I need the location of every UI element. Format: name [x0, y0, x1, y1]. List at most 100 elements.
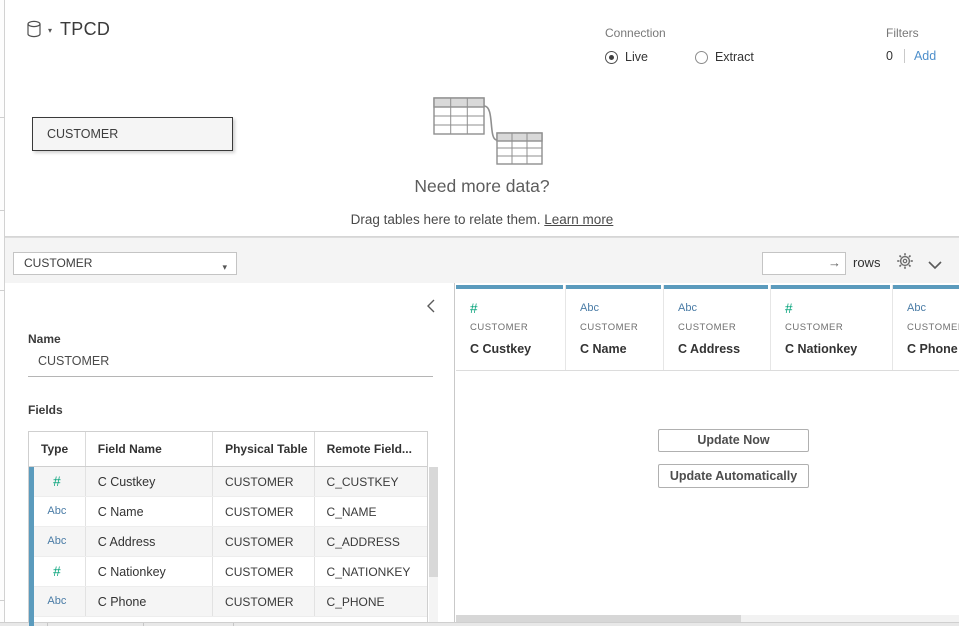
field-name-cell: C Nationkey [86, 557, 213, 586]
filters-label: Filters [886, 26, 936, 40]
grid-column-header[interactable]: # CUSTOMER C Nationkey [771, 285, 893, 370]
remote-field-cell: C_ADDRESS [315, 527, 427, 556]
field-row[interactable]: Abc C Address CUSTOMER C_ADDRESS [29, 527, 427, 557]
field-row[interactable]: # C Custkey CUSTOMER C_CUSTKEY [29, 467, 427, 497]
grid-toolbar: CUSTOMER ▾ → rows [5, 237, 959, 283]
column-type-icon: # [470, 301, 565, 317]
field-name-cell: C Phone [86, 587, 213, 616]
table-select-value: CUSTOMER [24, 256, 92, 270]
physical-table-cell: CUSTOMER [213, 467, 315, 496]
connection-group: Connection Live Extract [605, 26, 754, 64]
database-menu-caret-icon[interactable]: ▾ [48, 26, 52, 35]
column-field-name: C Name [580, 342, 663, 356]
field-name-cell: C Custkey [86, 467, 213, 496]
column-type-icon: Abc [907, 301, 959, 317]
relationship-canvas: ▾ TPCD Connection Live Extract Filters 0… [5, 0, 959, 237]
field-name-cell: C Name [86, 497, 213, 526]
gear-icon[interactable] [896, 252, 914, 270]
filters-group: Filters 0 Add [886, 26, 936, 63]
fields-table-header-cell: Physical Table [213, 432, 314, 466]
metadata-panel: Name CUSTOMER Fields TypeField NamePhysi… [5, 283, 455, 626]
empty-state-hint-text: Drag tables here to relate them. [351, 212, 541, 227]
field-type-icon: # [29, 467, 86, 496]
bottom-strip [0, 622, 959, 626]
datasource-title[interactable]: TPCD [60, 19, 110, 40]
update-automatically-button[interactable]: Update Automatically [658, 464, 809, 488]
live-radio[interactable] [605, 51, 618, 64]
fields-label: Fields [28, 403, 63, 417]
column-accent-bar [893, 285, 959, 289]
fields-table: TypeField NamePhysical TableRemote Field… [28, 431, 428, 626]
remote-field-cell: C_CUSTKEY [315, 467, 427, 496]
column-type-icon: Abc [580, 301, 663, 317]
field-row[interactable]: Abc C Name CUSTOMER C_NAME [29, 497, 427, 527]
column-field-name: C Address [678, 342, 770, 356]
tableau-datasource-page: ▾ TPCD Connection Live Extract Filters 0… [0, 0, 959, 626]
name-field-underline [28, 376, 433, 377]
physical-table-cell: CUSTOMER [213, 497, 315, 526]
column-accent-bar [664, 285, 768, 289]
live-radio-label: Live [625, 50, 648, 64]
table-select-dropdown[interactable]: CUSTOMER ▾ [13, 252, 237, 275]
tables-relate-graphic-icon [420, 92, 546, 171]
remote-field-cell: C_NAME [315, 497, 427, 526]
column-accent-bar [566, 285, 661, 289]
column-table-label: CUSTOMER [785, 322, 892, 333]
grid-column-header[interactable]: Abc CUSTOMER C Address [664, 285, 771, 370]
select-caret-icon: ▾ [222, 257, 227, 278]
column-table-label: CUSTOMER [678, 322, 770, 333]
physical-table-cell: CUSTOMER [213, 557, 315, 586]
grid-column-header[interactable]: Abc CUSTOMER C Phone [893, 285, 959, 370]
database-icon[interactable] [24, 19, 44, 41]
filters-divider [904, 49, 905, 63]
fields-table-header: TypeField NamePhysical TableRemote Field… [29, 432, 427, 467]
field-type-icon: Abc [29, 527, 86, 556]
fields-scrollbar-thumb[interactable] [429, 467, 438, 577]
connection-label: Connection [605, 26, 754, 40]
column-field-name: C Phone [907, 342, 959, 356]
filters-add-link[interactable]: Add [914, 49, 936, 63]
empty-state-hint: Drag tables here to relate them. Learn m… [5, 212, 959, 227]
extract-radio-label: Extract [715, 50, 754, 64]
chevron-down-icon[interactable] [928, 257, 942, 266]
update-now-button[interactable]: Update Now [658, 429, 809, 452]
column-type-icon: # [785, 301, 892, 317]
field-type-icon: Abc [29, 587, 86, 616]
fields-table-header-cell: Remote Field... [315, 432, 427, 466]
field-row[interactable]: # C Nationkey CUSTOMER C_NATIONKEY [29, 557, 427, 587]
row-count-input[interactable] [762, 252, 846, 275]
fields-table-header-cell: Field Name [86, 432, 213, 466]
empty-state-title: Need more data? [5, 176, 959, 197]
table-name-field[interactable]: CUSTOMER [38, 354, 109, 368]
remote-field-cell: C_NATIONKEY [315, 557, 427, 586]
name-label: Name [28, 332, 61, 346]
fields-vertical-scrollbar[interactable] [429, 467, 438, 626]
filters-count: 0 [886, 49, 893, 63]
field-type-icon: Abc [29, 497, 86, 526]
fields-table-body: # C Custkey CUSTOMER C_CUSTKEY Abc C Nam… [29, 467, 427, 626]
physical-table-cell: CUSTOMER [213, 587, 315, 616]
column-field-name: C Nationkey [785, 342, 892, 356]
column-type-icon: Abc [678, 301, 770, 317]
extract-radio[interactable] [695, 51, 708, 64]
data-grid-pane: # CUSTOMER C Custkey Abc CUSTOMER C Name… [456, 283, 959, 626]
collapse-panel-icon[interactable] [426, 299, 436, 313]
column-accent-bar [456, 285, 563, 289]
field-row[interactable]: Abc C Phone CUSTOMER C_PHONE [29, 587, 427, 617]
column-field-name: C Custkey [470, 342, 565, 356]
column-accent-bar [771, 285, 890, 289]
data-grid-header: # CUSTOMER C Custkey Abc CUSTOMER C Name… [456, 285, 959, 371]
physical-table-cell: CUSTOMER [213, 527, 315, 556]
fields-table-header-cell: Type [29, 432, 86, 466]
grid-column-header[interactable]: Abc CUSTOMER C Name [566, 285, 664, 370]
customer-table-node[interactable]: CUSTOMER [32, 117, 233, 151]
field-name-cell: C Address [86, 527, 213, 556]
field-type-icon: # [29, 557, 86, 586]
rows-label: rows [853, 255, 880, 270]
column-table-label: CUSTOMER [907, 322, 959, 333]
column-table-label: CUSTOMER [470, 322, 565, 333]
learn-more-link[interactable]: Learn more [544, 212, 613, 227]
grid-column-header[interactable]: # CUSTOMER C Custkey [456, 285, 566, 370]
column-table-label: CUSTOMER [580, 322, 663, 333]
remote-field-cell: C_PHONE [315, 587, 427, 616]
